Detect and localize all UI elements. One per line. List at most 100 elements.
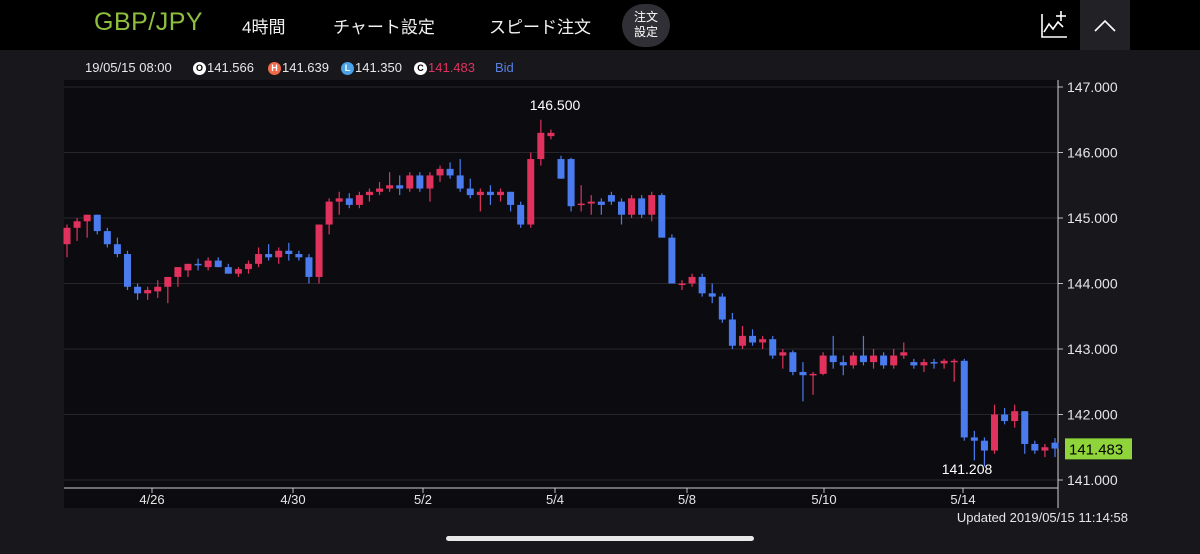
candle-body (73, 221, 81, 228)
candle-body (325, 201, 333, 225)
candle-body (890, 355, 898, 366)
current-price-label: 141.483 (1069, 441, 1123, 458)
candle-body (113, 244, 121, 255)
candle-body (174, 267, 182, 277)
candle-body (799, 371, 807, 376)
candle-body (587, 201, 595, 204)
candle-body (154, 286, 162, 292)
candle-body (295, 254, 303, 258)
candle-body (476, 191, 484, 196)
x-tick-label: 4/26 (139, 492, 164, 507)
candle-body (244, 263, 252, 270)
candle-body (1051, 442, 1059, 449)
x-tick-label: 4/30 (280, 492, 305, 507)
candle-body (970, 437, 978, 441)
candle-body (507, 191, 515, 205)
candle-body (658, 195, 666, 238)
candle-body (486, 191, 494, 196)
candle-body (547, 132, 555, 137)
x-tick-label: 5/2 (414, 492, 432, 507)
candle-body (668, 237, 676, 284)
candle-body (567, 159, 575, 207)
candle-body (224, 267, 232, 274)
candle-body (648, 195, 656, 215)
candle-body (365, 191, 373, 196)
candle-body (255, 254, 263, 264)
candle-body (930, 362, 938, 364)
candle-body (164, 276, 172, 287)
candle-body (1031, 443, 1039, 451)
candle-body (738, 335, 746, 346)
candle-body (849, 355, 857, 366)
candle-body (910, 362, 918, 366)
candle-body (1011, 411, 1019, 422)
candle-body (991, 414, 999, 451)
candle-body (920, 362, 928, 366)
candle-body (134, 286, 142, 294)
candle-body (436, 168, 444, 176)
x-tick-label: 5/8 (678, 492, 696, 507)
candle-body (537, 132, 545, 160)
candle-body (779, 352, 787, 356)
candle-body (103, 231, 111, 245)
home-indicator[interactable] (446, 536, 754, 541)
candle-body (416, 175, 424, 189)
candle-body (829, 355, 837, 363)
candle-body (345, 198, 353, 205)
candle-body (638, 198, 646, 215)
candle-body (275, 250, 283, 258)
candle-body (426, 175, 434, 189)
candle-body (749, 335, 757, 343)
candle-body (718, 296, 726, 320)
candle-body (789, 352, 797, 372)
candle-body (315, 224, 323, 277)
candle-body (577, 203, 585, 206)
candle-body (980, 440, 988, 451)
candle-body (628, 198, 636, 215)
updated-label: Updated (956, 510, 1007, 525)
candle-body (617, 201, 625, 215)
candle-body (859, 355, 867, 363)
x-tick-label: 5/14 (950, 492, 975, 507)
candle-body (456, 175, 464, 189)
candle-body (265, 254, 273, 258)
candle-body (1021, 411, 1029, 444)
candle-body (900, 352, 908, 356)
candlestick-chart[interactable]: 147.000 146.000 145.000 144.000 143.000 142.0… (0, 0, 1200, 554)
candle-body (870, 355, 878, 363)
candle-body (839, 362, 847, 366)
updated-timestamp: Updated 2019/05/15 11:14:58 (957, 510, 1128, 525)
candle-body (376, 188, 384, 192)
min-price-label: 141.208 (942, 461, 993, 477)
candle-body (234, 269, 242, 274)
x-tick-label: 5/4 (546, 492, 564, 507)
candle-body (698, 276, 706, 294)
candle-body (144, 290, 152, 294)
updated-time: 2019/05/15 11:14:58 (1009, 510, 1128, 525)
candle-body (285, 250, 293, 255)
y-tick-label: 147.000 (1067, 79, 1118, 95)
candle-body (809, 373, 817, 376)
y-tick-label: 144.000 (1067, 276, 1118, 292)
max-price-label: 146.500 (530, 97, 581, 113)
candle-body (386, 185, 394, 189)
candle-body (769, 339, 777, 356)
candle-body (517, 204, 525, 225)
candle-body (194, 263, 202, 266)
y-tick-label: 146.000 (1067, 145, 1118, 161)
candle-body (597, 201, 605, 205)
x-tick-label: 5/10 (811, 492, 836, 507)
candle-body (678, 283, 686, 285)
candle-body (396, 185, 404, 189)
y-tick-label: 145.000 (1067, 210, 1118, 226)
candle-body (819, 355, 827, 374)
candle-body (83, 214, 91, 222)
candle-body (63, 227, 71, 245)
candle-body (708, 293, 716, 297)
candle-body (688, 276, 696, 284)
candle-body (759, 339, 767, 343)
y-tick-label: 141.000 (1067, 472, 1118, 488)
candle-body (355, 195, 363, 205)
candle-body (607, 195, 615, 202)
candle-body (335, 198, 343, 202)
